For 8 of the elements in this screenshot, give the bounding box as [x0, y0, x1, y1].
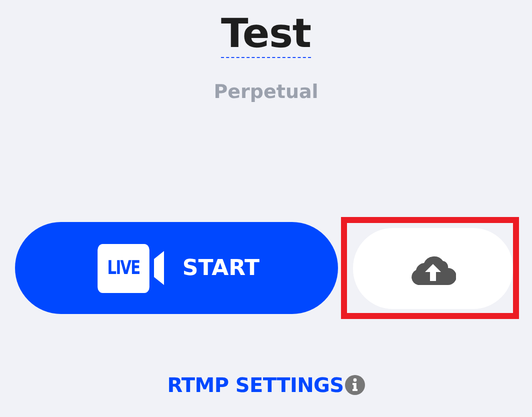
live-badge: LIVE [98, 244, 150, 292]
stream-type: Perpetual [214, 80, 318, 104]
start-button[interactable]: LIVE START [15, 222, 338, 314]
rtmp-settings-link[interactable]: RTMP SETTINGS [167, 373, 344, 397]
info-icon[interactable] [344, 375, 365, 395]
stream-title[interactable]: Test [220, 12, 312, 58]
camera-lens-icon [154, 251, 164, 285]
upload-button[interactable] [353, 228, 513, 309]
